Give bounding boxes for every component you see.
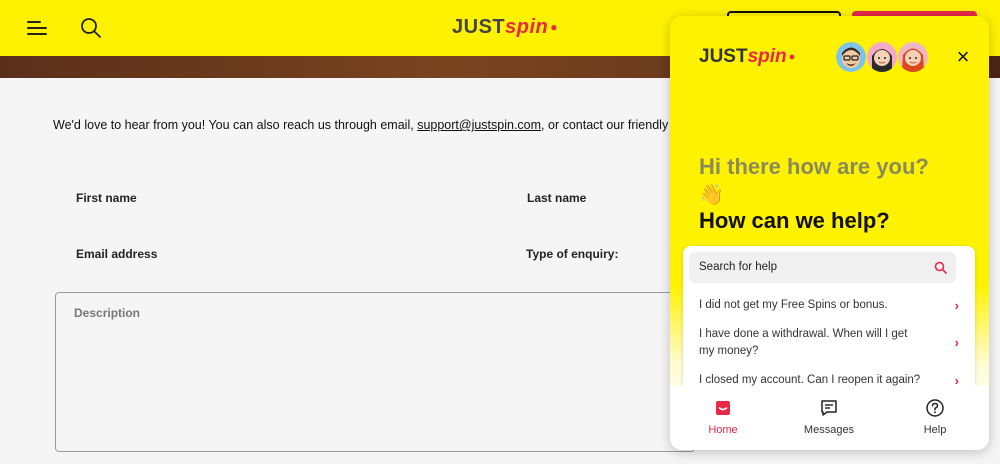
agent-avatar-icon [898, 42, 928, 72]
widget-help-title: How can we help? [699, 208, 890, 233]
faq-item[interactable]: I did not get my Free Spins or bonus. › [699, 297, 959, 314]
chevron-right-icon: › [954, 373, 959, 386]
chevron-right-icon: › [954, 335, 959, 350]
widget-brand-logo: JUST spin ● [699, 46, 796, 67]
first-name-field[interactable]: First name [76, 191, 137, 205]
email-field[interactable]: Email address [76, 247, 157, 261]
contact-intro: We'd love to hear from you! You can also… [53, 118, 678, 132]
agent-avatar-icon [836, 42, 866, 72]
chevron-right-icon: › [954, 298, 959, 313]
chat-widget: JUST spin ● × Hi there how are you? 👋 Ho… [670, 16, 989, 450]
search-icon [934, 261, 947, 274]
support-email-link[interactable]: support@justspin.com [417, 118, 541, 132]
agent-avatar-icon [867, 42, 897, 72]
faq-item[interactable]: I closed my account. Can I reopen it aga… [699, 372, 959, 386]
help-card: Search for help I did not get my Free Sp… [683, 246, 975, 386]
support-avatars [836, 42, 929, 74]
widget-tab-bar: Home Messages Help [670, 386, 989, 450]
description-placeholder: Description [74, 306, 141, 320]
description-textarea[interactable]: Description [55, 292, 695, 452]
search-icon[interactable] [80, 17, 102, 39]
tab-messages[interactable]: Messages [784, 398, 874, 436]
enquiry-type-select[interactable]: Type of enquiry: [526, 247, 618, 261]
tab-home[interactable]: Home [678, 398, 768, 436]
messages-icon [821, 400, 837, 416]
last-name-field[interactable]: Last name [527, 191, 586, 205]
brand-logo[interactable]: JUST spin ● [452, 15, 558, 39]
widget-greeting: Hi there how are you? [699, 154, 929, 179]
home-chat-icon [716, 401, 730, 415]
menu-icon[interactable] [27, 19, 49, 37]
faq-item[interactable]: I have done a withdrawal. When will I ge… [699, 326, 959, 360]
waving-hand-icon: 👋 [699, 184, 724, 206]
tab-help[interactable]: Help [890, 398, 980, 436]
help-search-input[interactable]: Search for help [689, 252, 956, 283]
close-icon[interactable]: × [953, 46, 973, 68]
help-icon [926, 399, 944, 417]
